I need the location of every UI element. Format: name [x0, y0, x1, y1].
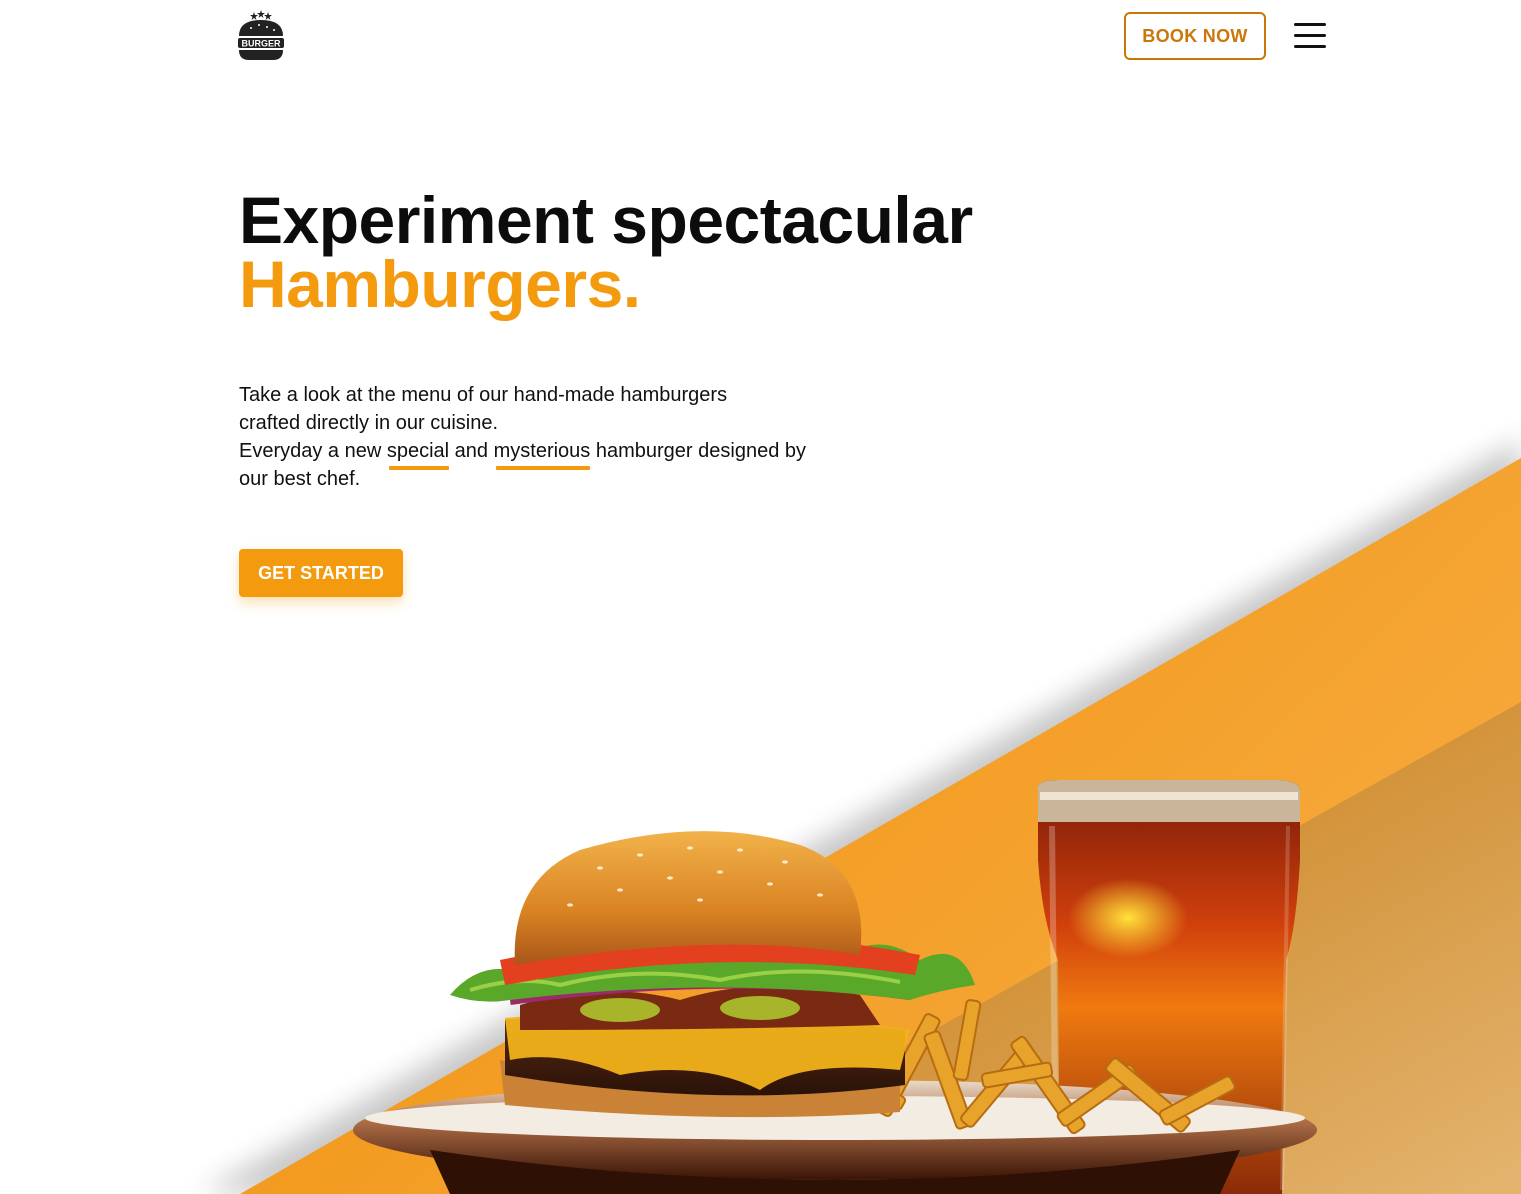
burger — [450, 831, 975, 1118]
burger-meal-image — [353, 780, 1317, 1194]
